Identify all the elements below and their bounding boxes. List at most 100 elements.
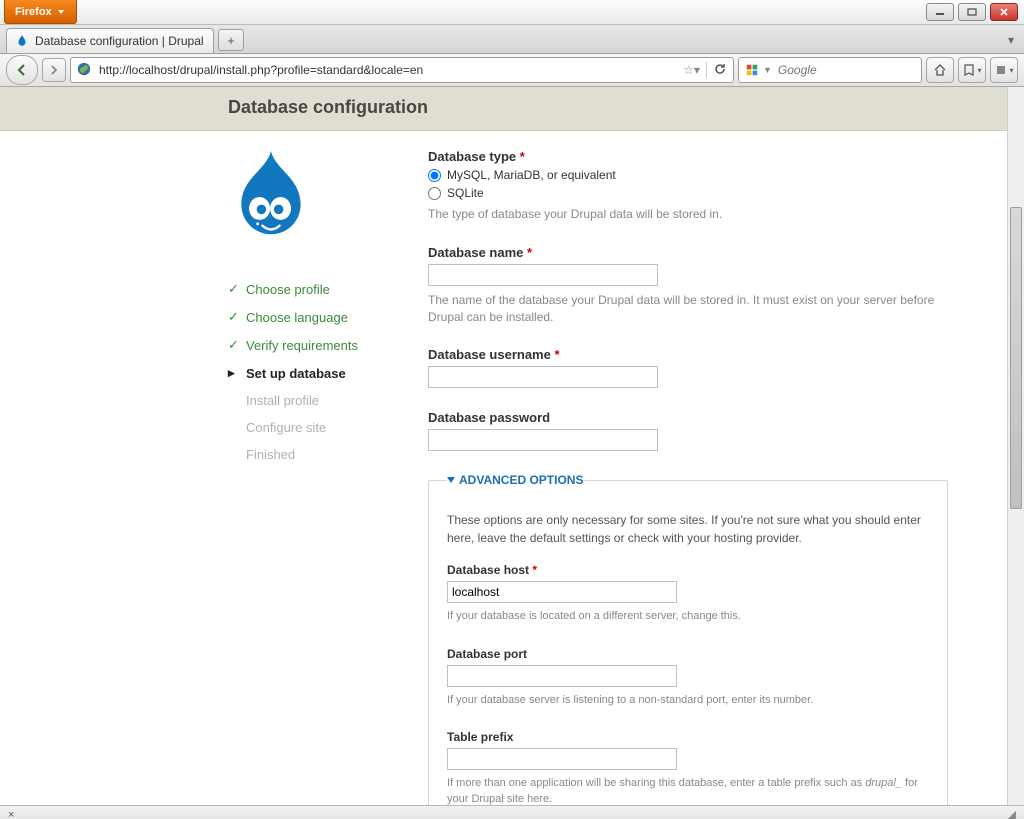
- extension-button[interactable]: ▾: [990, 57, 1018, 83]
- radio-label: MySQL, MariaDB, or equivalent: [447, 168, 616, 182]
- tab-overflow-button[interactable]: ▾: [1008, 33, 1014, 47]
- field-database-username: Database username *: [428, 347, 948, 388]
- field-database-name: Database name * The name of the database…: [428, 245, 948, 326]
- field-label: Database port: [447, 647, 929, 661]
- step-label: Install profile: [246, 393, 319, 408]
- scrollbar[interactable]: [1007, 87, 1024, 805]
- step-verify-requirements: ✓Verify requirements: [228, 331, 388, 359]
- tab-active[interactable]: Database configuration | Drupal: [6, 28, 214, 53]
- field-description: If your database server is listening to …: [447, 693, 929, 708]
- input-database-password[interactable]: [428, 429, 658, 451]
- field-label: Table prefix: [447, 730, 929, 744]
- install-steps: ✓ Choose profile ✓ Choose language ✓Verify…: [228, 275, 388, 468]
- input-table-prefix[interactable]: [447, 748, 677, 770]
- resize-grip-icon[interactable]: ◢: [1008, 808, 1016, 819]
- step-label: Choose profile: [246, 282, 330, 297]
- install-form: Database type * MySQL, MariaDB, or equiv…: [428, 149, 948, 805]
- page-content: Database configuration: [0, 87, 1007, 805]
- check-icon: ✓: [228, 281, 238, 297]
- close-button[interactable]: [990, 3, 1018, 21]
- step-choose-profile: ✓ Choose profile: [228, 275, 388, 303]
- field-description: The type of database your Drupal data wi…: [428, 206, 948, 223]
- nav-toolbar: ☆▾ ▼ ▾: [0, 54, 1024, 87]
- step-configure-site: Configure site: [228, 414, 388, 441]
- step-finished: Finished: [228, 441, 388, 468]
- back-button[interactable]: [6, 55, 38, 85]
- required-marker: *: [532, 563, 537, 577]
- radio-input-mysql[interactable]: [428, 169, 441, 182]
- step-label: Configure site: [246, 420, 326, 435]
- page-title: Database configuration: [0, 97, 1007, 118]
- field-table-prefix: Table prefix If more than one applicatio…: [447, 730, 929, 805]
- bookmarks-button[interactable]: ▾: [958, 57, 986, 83]
- step-install-profile: Install profile: [228, 387, 388, 414]
- plus-icon: +: [227, 33, 235, 48]
- new-tab-button[interactable]: +: [218, 29, 244, 51]
- search-bar[interactable]: ▼: [738, 57, 922, 83]
- chevron-down-icon: [58, 10, 64, 14]
- advanced-options-fieldset: ADVANCED OPTIONS These options are only …: [428, 473, 948, 805]
- maximize-button[interactable]: [958, 3, 986, 21]
- status-bar: × ◢: [0, 805, 1024, 819]
- step-choose-language: ✓ Choose language: [228, 303, 388, 331]
- chevron-down-icon: [447, 477, 455, 483]
- browser-window: Firefox Database configuration | Drupal …: [0, 0, 1024, 819]
- radio-label: SQLite: [447, 186, 484, 200]
- input-database-name[interactable]: [428, 264, 658, 286]
- google-icon[interactable]: [745, 63, 759, 77]
- radio-mysql[interactable]: MySQL, MariaDB, or equivalent: [428, 168, 948, 182]
- drupal-logo-icon: [228, 149, 388, 245]
- firefox-menu-label: Firefox: [15, 6, 52, 18]
- field-label: Database host *: [447, 563, 929, 577]
- input-database-username[interactable]: [428, 366, 658, 388]
- field-description: The name of the database your Drupal dat…: [428, 292, 948, 326]
- advanced-legend: ADVANCED OPTIONS: [459, 473, 583, 487]
- step-label: Set up database: [246, 366, 346, 381]
- field-database-port: Database port If your database server is…: [447, 647, 929, 708]
- tab-title: Database configuration | Drupal: [35, 34, 204, 48]
- field-description: If your database is located on a differe…: [447, 609, 929, 624]
- input-database-host[interactable]: [447, 581, 677, 603]
- scrollbar-thumb[interactable]: [1010, 207, 1022, 509]
- step-label: Choose language: [246, 310, 348, 325]
- arrow-right-icon: ▸: [228, 365, 238, 381]
- step-set-up-database: ▸ Set up database: [228, 359, 388, 387]
- required-marker: *: [520, 149, 525, 164]
- required-marker: *: [554, 347, 559, 362]
- step-label: Finished: [246, 447, 295, 462]
- field-description: If more than one application will be sha…: [447, 776, 929, 805]
- identity-icon[interactable]: [77, 62, 91, 79]
- firefox-menu-button[interactable]: Firefox: [4, 0, 77, 24]
- drupal-favicon-icon: [15, 34, 29, 48]
- search-input[interactable]: [776, 62, 937, 78]
- advanced-options-toggle[interactable]: ADVANCED OPTIONS: [447, 473, 583, 487]
- field-label: Database name *: [428, 245, 948, 260]
- field-label: Database password: [428, 410, 948, 425]
- input-database-port[interactable]: [447, 665, 677, 687]
- forward-button[interactable]: [42, 58, 66, 82]
- chevron-down-icon[interactable]: ▼: [763, 65, 772, 75]
- firefox-menu-row: Firefox: [0, 0, 1024, 25]
- window-controls: [926, 0, 1024, 24]
- status-close-button[interactable]: ×: [8, 809, 14, 819]
- url-input[interactable]: [97, 62, 677, 78]
- required-marker: *: [527, 245, 532, 260]
- minimize-button[interactable]: [926, 3, 954, 21]
- check-icon: ✓: [228, 309, 238, 325]
- field-label: Database username *: [428, 347, 948, 362]
- url-bar[interactable]: ☆▾: [70, 57, 734, 83]
- divider: [706, 62, 707, 78]
- field-database-host: Database host * If your database is loca…: [447, 563, 929, 624]
- sidebar: ✓ Choose profile ✓ Choose language ✓Verify…: [228, 149, 388, 805]
- field-database-password: Database password: [428, 410, 948, 451]
- page-header: Database configuration: [0, 87, 1007, 131]
- radio-sqlite[interactable]: SQLite: [428, 186, 948, 200]
- reload-button[interactable]: [713, 62, 727, 79]
- radio-input-sqlite[interactable]: [428, 187, 441, 200]
- field-database-type: Database type * MySQL, MariaDB, or equiv…: [428, 149, 948, 223]
- home-button[interactable]: [926, 57, 954, 83]
- page-body: ✓ Choose profile ✓ Choose language ✓Verify…: [0, 131, 1007, 805]
- viewport: Database configuration: [0, 87, 1024, 805]
- bookmark-star-icon[interactable]: ☆▾: [683, 63, 700, 77]
- advanced-description: These options are only necessary for som…: [447, 511, 929, 547]
